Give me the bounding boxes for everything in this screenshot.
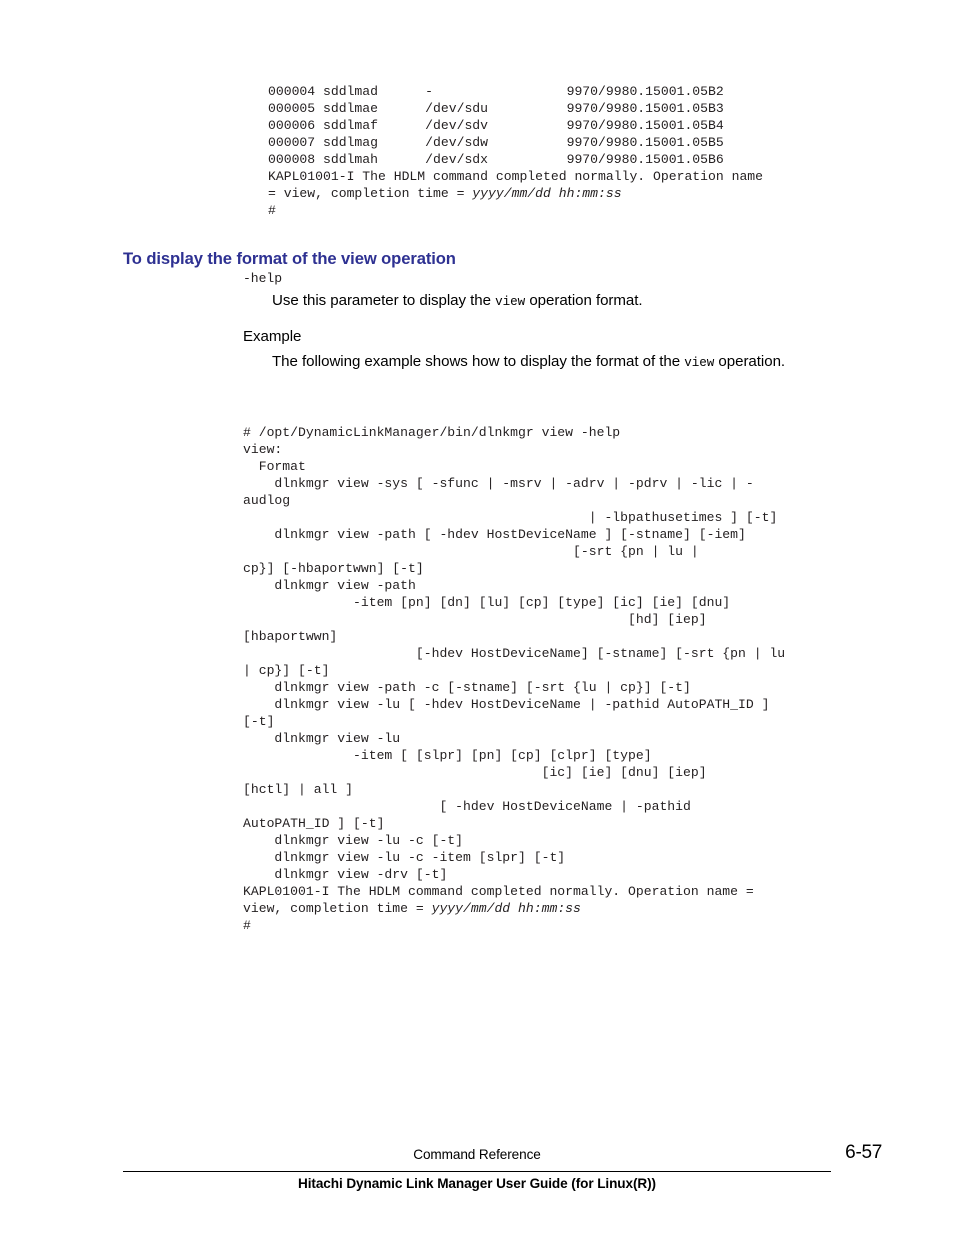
code-line: [hd] [iep] — [243, 612, 707, 628]
inline-code-view: view — [684, 356, 715, 370]
example-text-before: The following example shows how to displ… — [272, 353, 685, 370]
code-line: | -lbpathusetimes ] [-t] — [243, 510, 778, 526]
code-line: 000007 sddlmag /dev/sdw 9970/9980.15001.… — [268, 135, 724, 151]
code-line: [ -hdev HostDeviceName | -pathid — [243, 799, 691, 815]
code-block-view-help-output: # /opt/DynamicLinkManager/bin/dlnkmgr vi… — [243, 424, 785, 934]
code-line: view: — [243, 442, 283, 458]
document-page: 000004 sddlmad - 9970/9980.15001.05B2 00… — [0, 0, 954, 1235]
code-line: dlnkmgr view -lu [ -hdev HostDeviceName … — [243, 697, 770, 713]
code-line: cp}] [-hbaportwwn] [-t] — [243, 561, 424, 577]
example-text-after: operation. — [714, 353, 786, 370]
footer-running-head: Command Reference — [413, 1147, 541, 1162]
parameter-description: Use this parameter to display the view o… — [272, 292, 892, 309]
inline-code-view: view — [495, 295, 526, 309]
footer-page-number: 6-57 — [845, 1142, 882, 1163]
code-line: 000008 sddlmah /dev/sdx 9970/9980.15001.… — [268, 152, 724, 168]
code-line-prompt: # — [243, 918, 251, 934]
code-line: | cp}] [-t] — [243, 663, 330, 679]
code-line-message-time: view, completion time = yyyy/mm/dd hh:mm… — [243, 901, 581, 917]
code-line: # /opt/DynamicLinkManager/bin/dlnkmgr vi… — [243, 425, 621, 441]
footer-divider — [123, 1171, 831, 1172]
parameter-description-text-after: operation format. — [525, 292, 643, 309]
parameter-name: -help — [243, 271, 283, 286]
code-line-prompt: # — [268, 203, 276, 219]
footer-guide-title: Hitachi Dynamic Link Manager User Guide … — [298, 1176, 656, 1191]
code-line: -item [ [slpr] [pn] [cp] [clpr] [type] — [243, 748, 652, 764]
code-line: audlog — [243, 493, 291, 509]
code-line: dlnkmgr view -lu — [243, 731, 401, 747]
code-line: [hbaportwwn] — [243, 629, 338, 645]
code-line: dlnkmgr view -drv [-t] — [243, 867, 448, 883]
example-description: The following example shows how to displ… — [272, 351, 842, 374]
code-line: -item [pn] [dn] [lu] [cp] [type] [ic] [i… — [243, 595, 731, 611]
code-line: KAPL01001-I The HDLM command completed n… — [243, 884, 754, 900]
section-heading: To display the format of the view operat… — [123, 248, 456, 268]
example-label: Example — [243, 328, 302, 345]
code-line: dlnkmgr view -lu -c [-t] — [243, 833, 464, 849]
code-line: 000006 sddlmaf /dev/sdv 9970/9980.15001.… — [268, 118, 724, 134]
code-line: [hctl] | all ] — [243, 782, 354, 798]
code-line: 000004 sddlmad - 9970/9980.15001.05B2 — [268, 84, 724, 100]
code-line: dlnkmgr view -lu -c -item [slpr] [-t] — [243, 850, 566, 866]
code-line: [ic] [ie] [dnu] [iep] — [243, 765, 707, 781]
code-line: 000005 sddlmae /dev/sdu 9970/9980.15001.… — [268, 101, 724, 117]
timestamp-placeholder: yyyy/mm/dd hh:mm:ss — [472, 186, 622, 202]
code-line: KAPL01001-I The HDLM command completed n… — [268, 169, 764, 185]
code-line: dlnkmgr view -path -c [-stname] [-srt {l… — [243, 680, 691, 696]
parameter-description-text-before: Use this parameter to display the — [272, 292, 496, 309]
code-line: AutoPATH_ID ] [-t] — [243, 816, 385, 832]
timestamp-placeholder: yyyy/mm/dd hh:mm:ss — [431, 901, 581, 917]
code-line: dlnkmgr view -sys [ -sfunc | -msrv | -ad… — [243, 476, 754, 492]
code-line: dlnkmgr view -path [ -hdev HostDeviceNam… — [243, 527, 746, 543]
code-line: [-hdev HostDeviceName] [-stname] [-srt {… — [243, 646, 786, 662]
code-line: Format — [243, 459, 306, 475]
code-line: dlnkmgr view -path — [243, 578, 416, 594]
page-footer: Command Reference 6-57 Hitachi Dynamic L… — [0, 1140, 954, 1210]
code-line-message-time: = view, completion time = yyyy/mm/dd hh:… — [268, 186, 622, 202]
code-block-view-output: 000004 sddlmad - 9970/9980.15001.05B2 00… — [268, 83, 763, 219]
code-line: [-srt {pn | lu | — [243, 544, 699, 560]
code-line: [-t] — [243, 714, 275, 730]
